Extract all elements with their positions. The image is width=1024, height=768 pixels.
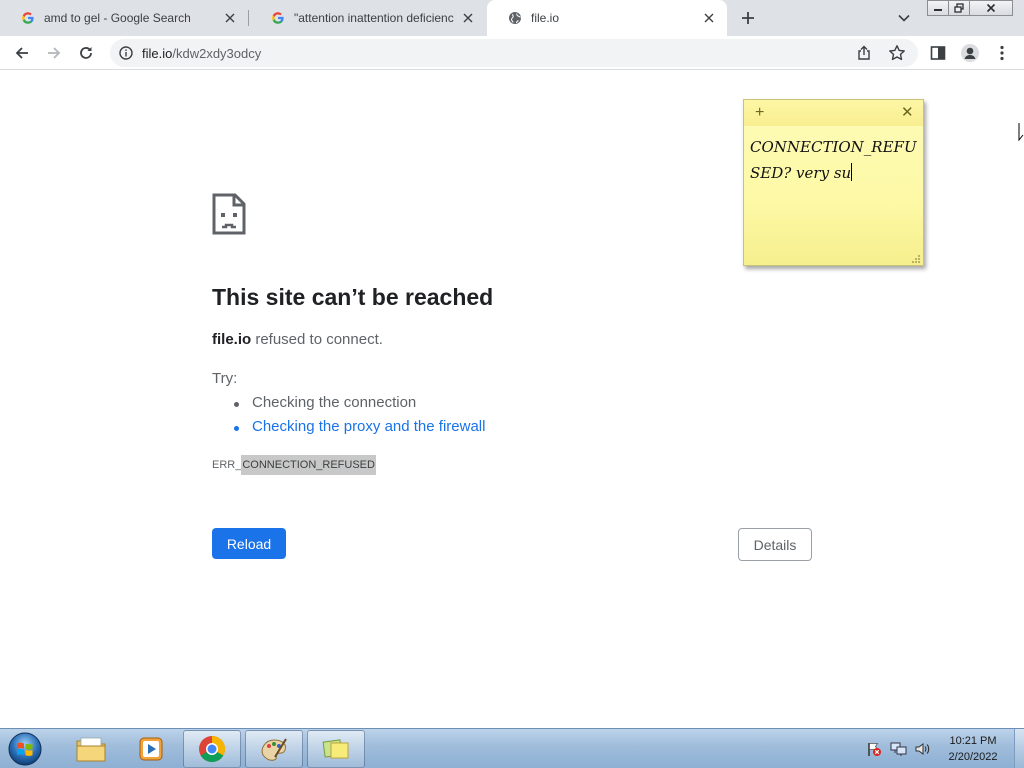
minimize-icon: [934, 9, 942, 11]
show-desktop-button[interactable]: [1014, 729, 1024, 768]
tab-google-search[interactable]: amd to gel - Google Search: [0, 0, 248, 36]
google-g-icon: [270, 10, 286, 26]
side-panel-button[interactable]: [926, 41, 950, 65]
kebab-menu-icon: [1000, 45, 1004, 61]
arrow-right-icon: [48, 47, 61, 59]
side-panel-icon: [930, 46, 946, 60]
taskbar-chrome[interactable]: [183, 730, 241, 768]
globe-icon: [507, 10, 523, 26]
reload-page-button[interactable]: [74, 41, 98, 65]
bookmark-star-icon[interactable]: [888, 44, 906, 62]
network-icon: [890, 742, 907, 756]
error-description: file.io refused to connect.: [212, 331, 383, 348]
taskbar-sticky-notes[interactable]: [307, 730, 365, 768]
text-caret: [851, 163, 853, 181]
start-button[interactable]: [4, 730, 46, 768]
flag-error-icon: [868, 743, 881, 756]
clock-date: 2/20/2022: [948, 751, 998, 763]
minimize-button[interactable]: [927, 0, 949, 16]
address-bar[interactable]: file.io/kdw2xdy3odcy: [110, 39, 918, 67]
refresh-icon: [80, 47, 92, 59]
chevron-down-icon: [898, 14, 910, 22]
restore-button[interactable]: [948, 0, 970, 16]
tab-attention-search[interactable]: "attention inattention deficiency": [250, 0, 486, 36]
new-tab-button[interactable]: [736, 6, 760, 30]
tab-title: file.io: [531, 11, 560, 25]
media-player-icon: [139, 737, 163, 761]
plus-icon: [742, 12, 754, 24]
arrow-left-icon: [15, 47, 28, 59]
suggestion-check-connection: Checking the connection: [234, 394, 485, 418]
tab-title: amd to gel - Google Search: [44, 11, 191, 25]
paint-icon: [261, 738, 287, 761]
reload-button[interactable]: Reload: [212, 528, 286, 559]
suggestion-list: Checking the connection Checking the pro…: [234, 394, 485, 442]
file-explorer-icon: [76, 737, 106, 762]
start-orb-icon: [8, 732, 42, 766]
sticky-notes-icon: [322, 739, 349, 759]
taskbar-file-explorer[interactable]: [62, 730, 120, 768]
error-host: file.io: [212, 331, 252, 348]
taskbar-media-player[interactable]: [122, 730, 180, 768]
sticky-note-text[interactable]: CONNECTION_REFUSED? very su: [750, 134, 920, 186]
clock-time: 10:21 PM: [949, 735, 997, 747]
sticky-note-content: CONNECTION_REFUSED? very su: [750, 138, 917, 182]
browser-toolbar: file.io/kdw2xdy3odcy: [0, 36, 1024, 70]
sad-document-icon: [212, 193, 246, 235]
tab-strip: amd to gel - Google Search "attention in…: [0, 0, 1024, 36]
action-center-tray-icon[interactable]: [864, 729, 884, 768]
mouse-cursor-icon: [1018, 123, 1024, 142]
url-path: /kdw2xdy3odcy: [172, 46, 262, 61]
window-controls: [927, 0, 1013, 18]
url-text: file.io/kdw2xdy3odcy: [142, 46, 261, 61]
tab-title: "attention inattention deficiency": [294, 11, 454, 25]
google-g-icon: [20, 10, 36, 26]
resize-grip-icon[interactable]: [911, 253, 921, 263]
volume-tray-icon[interactable]: [912, 729, 934, 768]
share-icon[interactable]: [856, 45, 872, 61]
tab-file-io[interactable]: file.io: [487, 0, 727, 36]
close-note-button[interactable]: ✕: [901, 104, 914, 122]
back-button[interactable]: [10, 41, 34, 65]
try-label: Try:: [212, 370, 238, 387]
forward-button[interactable]: [42, 41, 66, 65]
speaker-icon: [915, 743, 930, 755]
tab-separator: [248, 10, 249, 26]
taskbar-paint[interactable]: [245, 730, 303, 768]
error-code-prefix: ERR_: [212, 459, 242, 471]
new-note-button[interactable]: +: [755, 104, 764, 122]
suggestion-check-proxy-link[interactable]: Checking the proxy and the firewall: [234, 418, 485, 442]
menu-button[interactable]: [990, 41, 1014, 65]
site-info-icon[interactable]: [118, 45, 134, 61]
close-icon: [986, 3, 996, 13]
restore-icon: [954, 3, 964, 13]
chrome-icon: [199, 735, 226, 763]
close-window-button[interactable]: [969, 0, 1013, 16]
details-button[interactable]: Details: [738, 528, 812, 561]
error-code-selected: CONNECTION_REFUSED: [241, 455, 376, 475]
profile-button[interactable]: [958, 41, 982, 65]
url-host: file.io: [142, 46, 173, 61]
system-clock[interactable]: 10:21 PM 2/20/2022: [936, 733, 1010, 765]
avatar-icon: [961, 44, 979, 62]
close-tab-icon[interactable]: [460, 10, 476, 26]
error-description-text: refused to connect.: [251, 331, 383, 348]
error-code: ERR_ CONNECTION_REFUSED: [212, 454, 376, 476]
error-title: This site can’t be reached: [212, 284, 494, 310]
close-tab-icon[interactable]: [701, 10, 717, 26]
taskbar: 10:21 PM 2/20/2022: [0, 728, 1024, 768]
network-tray-icon[interactable]: [888, 729, 910, 768]
sticky-note-titlebar[interactable]: [744, 100, 923, 126]
tab-search-button[interactable]: [894, 8, 914, 28]
sticky-note[interactable]: + ✕ CONNECTION_REFUSED? very su: [743, 99, 924, 266]
close-tab-icon[interactable]: [222, 10, 238, 26]
